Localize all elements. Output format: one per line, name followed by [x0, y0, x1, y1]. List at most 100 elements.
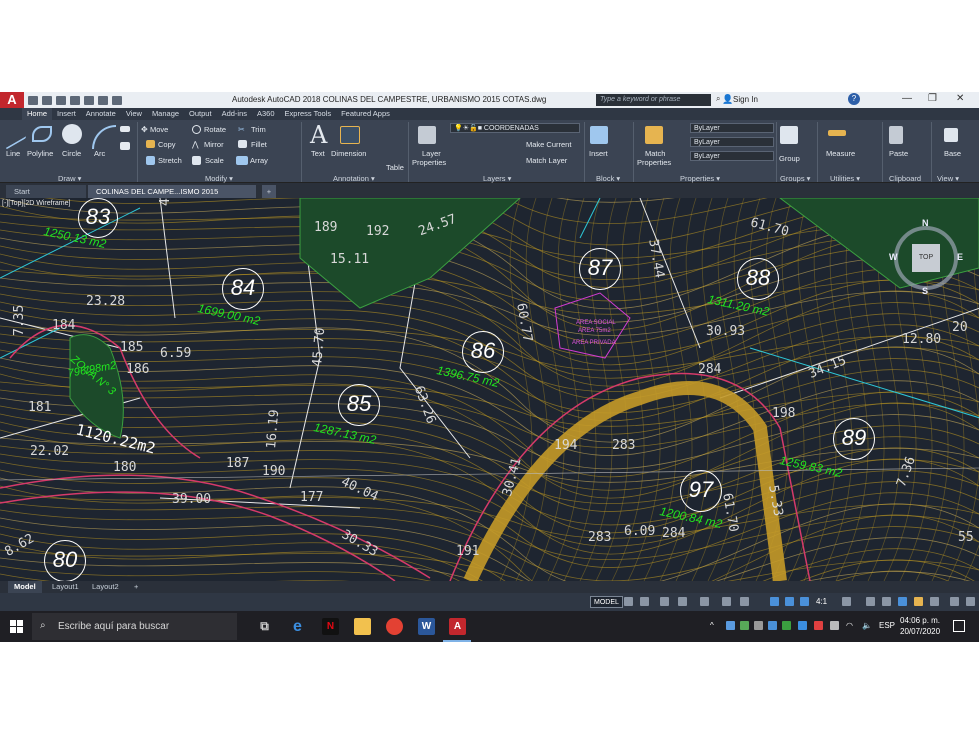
tab-a360[interactable]: A360 [252, 108, 280, 120]
tab-home[interactable]: Home [22, 108, 53, 120]
annotation-group-label[interactable]: Annotation ▾ [333, 174, 375, 183]
mirror-button[interactable]: Mirror [204, 140, 224, 149]
print-icon[interactable] [84, 95, 94, 105]
view-cube[interactable]: N S E W TOP [885, 216, 973, 306]
clipboard-group-label[interactable]: Clipboard [889, 174, 921, 183]
view-cube-top[interactable]: TOP [912, 244, 940, 272]
paste-icon[interactable] [889, 126, 903, 144]
edge-browser-icon[interactable]: e [289, 618, 306, 635]
rotate-button[interactable]: Rotate [204, 125, 226, 134]
tab-manage[interactable]: Manage [147, 108, 184, 120]
copy-button[interactable]: Copy [158, 140, 176, 149]
circle-button[interactable]: Circle [62, 149, 81, 158]
array-button[interactable]: Array [250, 156, 268, 165]
polar-icon[interactable] [678, 597, 687, 606]
make-current-button[interactable]: Make Current [526, 140, 571, 149]
windows-start-icon[interactable] [10, 620, 23, 633]
compass-east[interactable]: E [957, 252, 963, 262]
isodraft-icon[interactable] [700, 597, 709, 606]
tab-insert[interactable]: Insert [52, 108, 81, 120]
annotation-scale-icon[interactable] [800, 597, 809, 606]
new-tab-button[interactable]: + [262, 185, 276, 198]
binoculars-icon[interactable]: ⌕ [716, 94, 720, 104]
rectangle-icon[interactable] [120, 126, 130, 132]
tray-app-icon[interactable] [740, 621, 749, 630]
viewport-controls[interactable]: [-][Top][2D Wireframe] [2, 200, 70, 207]
line-icon[interactable] [6, 118, 26, 150]
base-view-icon[interactable] [944, 128, 958, 142]
tab-featured-apps[interactable]: Featured Apps [336, 108, 395, 120]
match-properties-icon[interactable] [645, 126, 663, 144]
properties-group-label[interactable]: Properties ▾ [680, 174, 720, 183]
linetype-dropdown[interactable]: ByLayer [690, 137, 774, 147]
user-icon[interactable]: 👤 [722, 94, 733, 105]
group-button[interactable]: Group [779, 154, 800, 163]
modify-group-label[interactable]: Modify ▾ [205, 174, 233, 183]
text-button[interactable]: Text [311, 149, 325, 158]
insert-button[interactable]: Insert [589, 149, 608, 158]
tab-layout2[interactable]: Layout2 [86, 581, 125, 593]
object-snap-icon[interactable] [740, 597, 749, 606]
close-button[interactable]: ✕ [956, 93, 964, 104]
search-input[interactable]: Type a keyword or phrase [596, 94, 711, 106]
tab-drawing-file[interactable]: COLINAS DEL CAMPE...ISMO 2015 COTAS* [88, 185, 256, 209]
task-view-icon[interactable]: ⧉ [256, 618, 273, 635]
annotation-scale-value[interactable]: 4:1 [816, 597, 827, 606]
scale-button[interactable]: Scale [205, 156, 224, 165]
match-properties-label-1[interactable]: Match [645, 149, 665, 158]
tray-app-icon[interactable] [768, 621, 777, 630]
object-snap-tracking-icon[interactable] [722, 597, 731, 606]
chrome-icon[interactable] [386, 618, 403, 635]
word-icon[interactable]: W [418, 618, 435, 635]
layer-properties-label-2[interactable]: Properties [412, 158, 446, 167]
grid-icon[interactable] [624, 597, 633, 606]
insert-block-icon[interactable] [590, 126, 608, 144]
save-icon[interactable] [56, 95, 66, 105]
dropbox-icon[interactable] [726, 621, 735, 630]
tab-model[interactable]: Model [8, 581, 42, 593]
notifications-icon[interactable] [953, 620, 965, 632]
redo-icon[interactable] [112, 95, 122, 105]
compass-north[interactable]: N [922, 218, 929, 228]
properties-icon[interactable] [930, 597, 939, 606]
hatch-icon[interactable] [120, 142, 130, 150]
current-layer-dropdown[interactable]: 💡☀🔓■ COORDENADAS [450, 123, 580, 133]
layer-properties-label-1[interactable]: Layer [422, 149, 441, 158]
autoscale-icon[interactable] [785, 597, 794, 606]
groups-group-label[interactable]: Groups ▾ [780, 174, 810, 183]
help-icon[interactable]: ? [848, 93, 860, 105]
tab-view[interactable]: View [121, 108, 147, 120]
clean-screen-icon[interactable] [914, 597, 923, 606]
tab-layout1[interactable]: Layout1 [46, 581, 85, 593]
utilities-group-label[interactable]: Utilities ▾ [830, 174, 860, 183]
measure-button[interactable]: Measure [826, 149, 855, 158]
open-file-icon[interactable] [42, 95, 52, 105]
undo-icon[interactable] [98, 95, 108, 105]
fillet-button[interactable]: Fillet [251, 140, 267, 149]
match-properties-label-2[interactable]: Properties [637, 158, 671, 167]
autocad-taskbar-icon[interactable]: A [449, 618, 466, 635]
maximize-button[interactable]: ❐ [928, 93, 937, 104]
volume-icon[interactable]: 🔈 [862, 621, 872, 630]
tab-express-tools[interactable]: Express Tools [280, 108, 337, 120]
wifi-icon[interactable]: ◠ [846, 621, 855, 630]
save-as-icon[interactable] [70, 95, 80, 105]
group-icon[interactable] [780, 126, 798, 144]
hardware-acceleration-icon[interactable] [898, 597, 907, 606]
circle-icon[interactable] [62, 124, 82, 144]
file-explorer-icon[interactable] [354, 618, 371, 635]
arc-icon[interactable] [92, 125, 116, 149]
customization-menu-icon[interactable] [966, 597, 975, 606]
draw-group-label[interactable]: Draw ▾ [58, 174, 81, 183]
measure-icon[interactable] [828, 130, 846, 136]
lineweight-dropdown[interactable]: ByLayer [690, 151, 774, 161]
sign-in-button[interactable]: Sign In [733, 95, 758, 104]
stretch-button[interactable]: Stretch [158, 156, 182, 165]
new-file-icon[interactable] [28, 95, 38, 105]
workspace-icon[interactable] [842, 597, 851, 606]
plus-icon[interactable] [866, 597, 875, 606]
dimension-icon[interactable] [340, 126, 360, 144]
polyline-button[interactable]: Polyline [27, 149, 53, 158]
language-indicator[interactable]: ESP [879, 621, 895, 630]
add-layout-button[interactable]: + [128, 581, 144, 593]
